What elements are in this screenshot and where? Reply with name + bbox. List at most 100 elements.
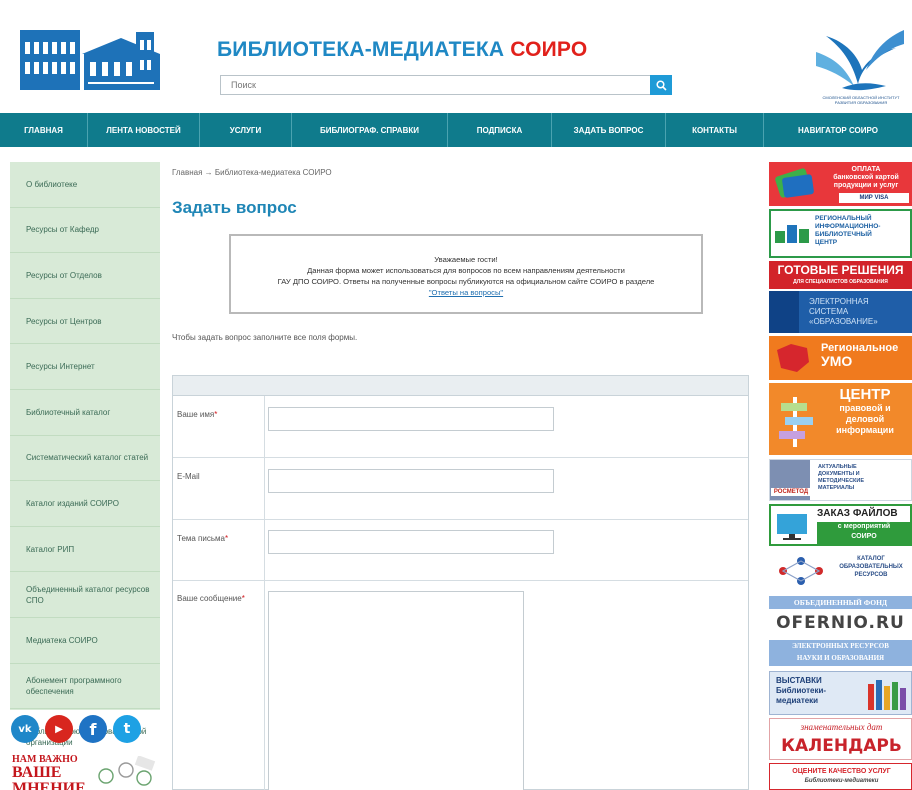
- region-map-icon: [777, 344, 809, 372]
- sidebar-item-software[interactable]: Абонемент программного обеспечения: [10, 664, 160, 710]
- ofernio-name: OFERNIO.RU: [776, 613, 905, 633]
- nav-item-bibliography[interactable]: БИБЛИОГРАФ. СПРАВКИ: [292, 113, 448, 147]
- notice-greeting: Уважаемые гости!: [434, 255, 498, 264]
- files-line-3: СОИРО: [851, 533, 877, 540]
- expo-line-1: ВЫСТАВКИ: [776, 676, 822, 685]
- notice-line-1: Данная форма может использоваться для во…: [307, 266, 625, 275]
- banner-ric[interactable]: РЕГИОНАЛЬНЫЙ ИНФОРМАЦИОННО- БИБЛИОТЕЧНЫЙ…: [769, 209, 912, 258]
- banner-rosmetod[interactable]: РОСМЕТОД АКТУАЛЬНЫЕ ДОКУМЕНТЫ И МЕТОДИЧЕ…: [769, 459, 912, 501]
- message-label-text: Ваше сообщение: [177, 594, 242, 603]
- sidebar-item-mediateka[interactable]: Медиатека СОИРО: [10, 618, 160, 664]
- ofernio-logo: OFERNIO.RU: [769, 613, 912, 633]
- banner-file-order[interactable]: ЗАКАЗ ФАЙЛОВ с мероприятий СОИРО: [769, 504, 912, 546]
- eres-line-2: НАУКИ И ОБРАЗОВАНИЯ: [796, 654, 885, 662]
- search-button[interactable]: [650, 75, 672, 95]
- rosmetod-line-3: МЕТОДИЧЕСКИЕ: [818, 478, 865, 484]
- breadcrumb[interactable]: Главная → Библиотека-медиатека СОИРО: [172, 168, 332, 177]
- ready-line-2: ДЛЯ СПЕЦИАЛИСТОВ ОБРАЗОВАНИЯ: [793, 279, 888, 285]
- sidebar-item-resources-internet[interactable]: Ресурсы Интернет: [10, 344, 160, 390]
- rate-line-1: ОЦЕНИТЕ КАЧЕСТВО УСЛУГ: [792, 768, 891, 775]
- form-column-divider: [264, 396, 265, 790]
- sidebar-menu: О библиотеке Ресурсы от Кафедр Ресурсы о…: [10, 162, 160, 747]
- youtube-icon[interactable]: ▶: [45, 715, 73, 743]
- search-input[interactable]: [221, 76, 653, 94]
- eres-line-1: ЭЛЕКТРОННЫХ РЕСУРСОВ: [792, 642, 889, 650]
- cal-line-1: знаменательных дат: [800, 722, 883, 732]
- bank-card-icon: [775, 168, 814, 198]
- email-label: E-Mail: [177, 472, 200, 481]
- esys-text: ЭЛЕКТРОННАЯ СИСТЕМА «ОБРАЗОВАНИЕ»: [809, 297, 878, 327]
- subject-label: Тема письма*: [177, 534, 228, 543]
- twitter-icon[interactable]: t: [113, 715, 141, 743]
- sidebar-item-resources-divisions[interactable]: Ресурсы от Отделов: [10, 253, 160, 299]
- catalog-line-3: РЕСУРСОВ: [854, 572, 888, 578]
- banner-edu-catalog[interactable]: КАТАЛОГ ОБРАЗОВАТЕЛЬНЫХ РЕСУРСОВ: [769, 549, 912, 593]
- nav-item-contacts[interactable]: КОНТАКТЫ: [666, 113, 764, 147]
- banner-ofernio[interactable]: ОБЪЕДИНЕННЫЙ ФОНД OFERNIO.RU ЭЛЕКТРОННЫХ…: [769, 596, 912, 668]
- message-label: Ваше сообщение*: [177, 594, 245, 603]
- catalog-line-2: ОБРАЗОВАТЕЛЬНЫХ: [839, 564, 903, 570]
- sidebar-item-about[interactable]: О библиотеке: [10, 162, 160, 208]
- email-input[interactable]: [268, 469, 554, 493]
- ready-line-1: ГОТОВЫЕ РЕШЕНИЯ: [777, 263, 904, 277]
- center-line-1: ЦЕНТР: [839, 386, 891, 403]
- center-line-4: информации: [836, 425, 894, 435]
- files-line-2: с мероприятий: [837, 523, 891, 530]
- banner-electronic-system[interactable]: ЭЛЕКТРОННАЯ СИСТЕМА «ОБРАЗОВАНИЕ»: [769, 291, 912, 333]
- sidebar-item-systematic-catalog[interactable]: Систематический каталог статей: [10, 436, 160, 482]
- social-links: vk ▶ f t: [11, 715, 141, 743]
- sidebar-item-library-catalog[interactable]: Библиотечный каталог: [10, 390, 160, 436]
- nav-item-services[interactable]: УСЛУГИ: [200, 113, 292, 147]
- nav-item-ask-question[interactable]: ЗАДАТЬ ВОПРОС: [552, 113, 666, 147]
- banner-calendar[interactable]: знаменательных дат КАЛЕНДАРЬ: [769, 718, 912, 760]
- sidebar-item-resources-departments[interactable]: Ресурсы от Кафедр: [10, 208, 160, 254]
- catalog-line-1: КАТАЛОГ: [857, 556, 885, 562]
- nav-item-navigator[interactable]: НАВИГАТОР СОИРО: [764, 113, 912, 147]
- banner-ready-solutions[interactable]: ГОТОВЫЕ РЕШЕНИЯ ДЛЯ СПЕЦИАЛИСТОВ ОБРАЗОВ…: [769, 261, 912, 289]
- bird-logo-caption: СМОЛЕНСКИЙ ОБЛАСТНОЙ ИНСТИТУТ РАЗВИТИЯ О…: [822, 95, 900, 105]
- banner-rate-services[interactable]: ОЦЕНИТЕ КАЧЕСТВО УСЛУГ Библиотеки-медиат…: [769, 763, 912, 790]
- banner-regional-umo[interactable]: Региональное УМО: [769, 336, 912, 380]
- subject-input[interactable]: [268, 530, 554, 554]
- sidebar-item-publications-catalog[interactable]: Каталог изданий СОИРО: [10, 481, 160, 527]
- nav-item-subscription[interactable]: ПОДПИСКА: [448, 113, 552, 147]
- files-subtext: с мероприятий СОИРО: [817, 522, 910, 544]
- form-row-divider: [173, 457, 748, 458]
- banner-exhibitions[interactable]: ВЫСТАВКИ Библиотеки- медиатеки: [769, 671, 912, 715]
- center-text: ЦЕНТР правовой и деловой информации: [821, 387, 909, 436]
- ric-text: РЕГИОНАЛЬНЫЙ ИНФОРМАЦИОННО- БИБЛИОТЕЧНЫЙ…: [815, 215, 880, 247]
- feedback-line-2: ВАШЕ: [12, 764, 62, 781]
- search-form: [220, 75, 672, 95]
- rosmetod-line-4: МАТЕРИАЛЫ: [818, 485, 855, 491]
- expo-line-2: Библиотеки-: [776, 686, 827, 695]
- search-icon: [655, 79, 667, 91]
- feedback-banner[interactable]: НАМ ВАЖНО ВАШЕ МНЕНИЕ: [10, 752, 160, 790]
- ric-line-2: ИНФОРМАЦИОННО-: [815, 223, 881, 230]
- eres-text: ЭЛЕКТРОННЫХ РЕСУРСОВ НАУКИ И ОБРАЗОВАНИЯ: [769, 640, 912, 666]
- site-title[interactable]: БИБЛИОТЕКА-МЕДИАТЕКА СОИРО: [217, 38, 587, 62]
- answers-link[interactable]: "Ответы на вопросы": [429, 288, 503, 297]
- esys-line-1: ЭЛЕКТРОННАЯ: [809, 297, 869, 306]
- required-mark: *: [214, 410, 218, 419]
- center-line-3: деловой: [845, 414, 885, 424]
- center-line-2: правовой и: [839, 403, 891, 413]
- message-textarea[interactable]: [268, 591, 524, 790]
- vk-icon[interactable]: vk: [11, 715, 39, 743]
- sidebar-item-resources-centers[interactable]: Ресурсы от Центров: [10, 299, 160, 345]
- banner-card-payment[interactable]: ОПЛАТА банковской картой продукции и усл…: [769, 162, 912, 206]
- rosmetod-line-2: ДОКУМЕНТЫ И: [818, 471, 860, 477]
- nav-item-news[interactable]: ЛЕНТА НОВОСТЕЙ: [88, 113, 200, 147]
- site-title-accent: СОИРО: [510, 38, 588, 61]
- facebook-icon[interactable]: f: [79, 715, 107, 743]
- books-icon: [775, 225, 809, 243]
- sidebar-item-rip-catalog[interactable]: Каталог РИП: [10, 527, 160, 573]
- payment-line-2: банковской картой: [833, 174, 899, 181]
- library-building-logo[interactable]: [16, 20, 166, 92]
- form-row-divider: [173, 580, 748, 581]
- banner-legal-center[interactable]: ЦЕНТР правовой и деловой информации: [769, 383, 912, 455]
- sidebar-item-spo-catalog[interactable]: Объединенный каталог ресурсов СПО: [10, 572, 160, 618]
- required-mark: *: [224, 534, 229, 543]
- nav-item-home[interactable]: ГЛАВНАЯ: [0, 113, 88, 147]
- name-input[interactable]: [268, 407, 554, 431]
- payment-text: ОПЛАТА банковской картой продукции и усл…: [823, 166, 909, 190]
